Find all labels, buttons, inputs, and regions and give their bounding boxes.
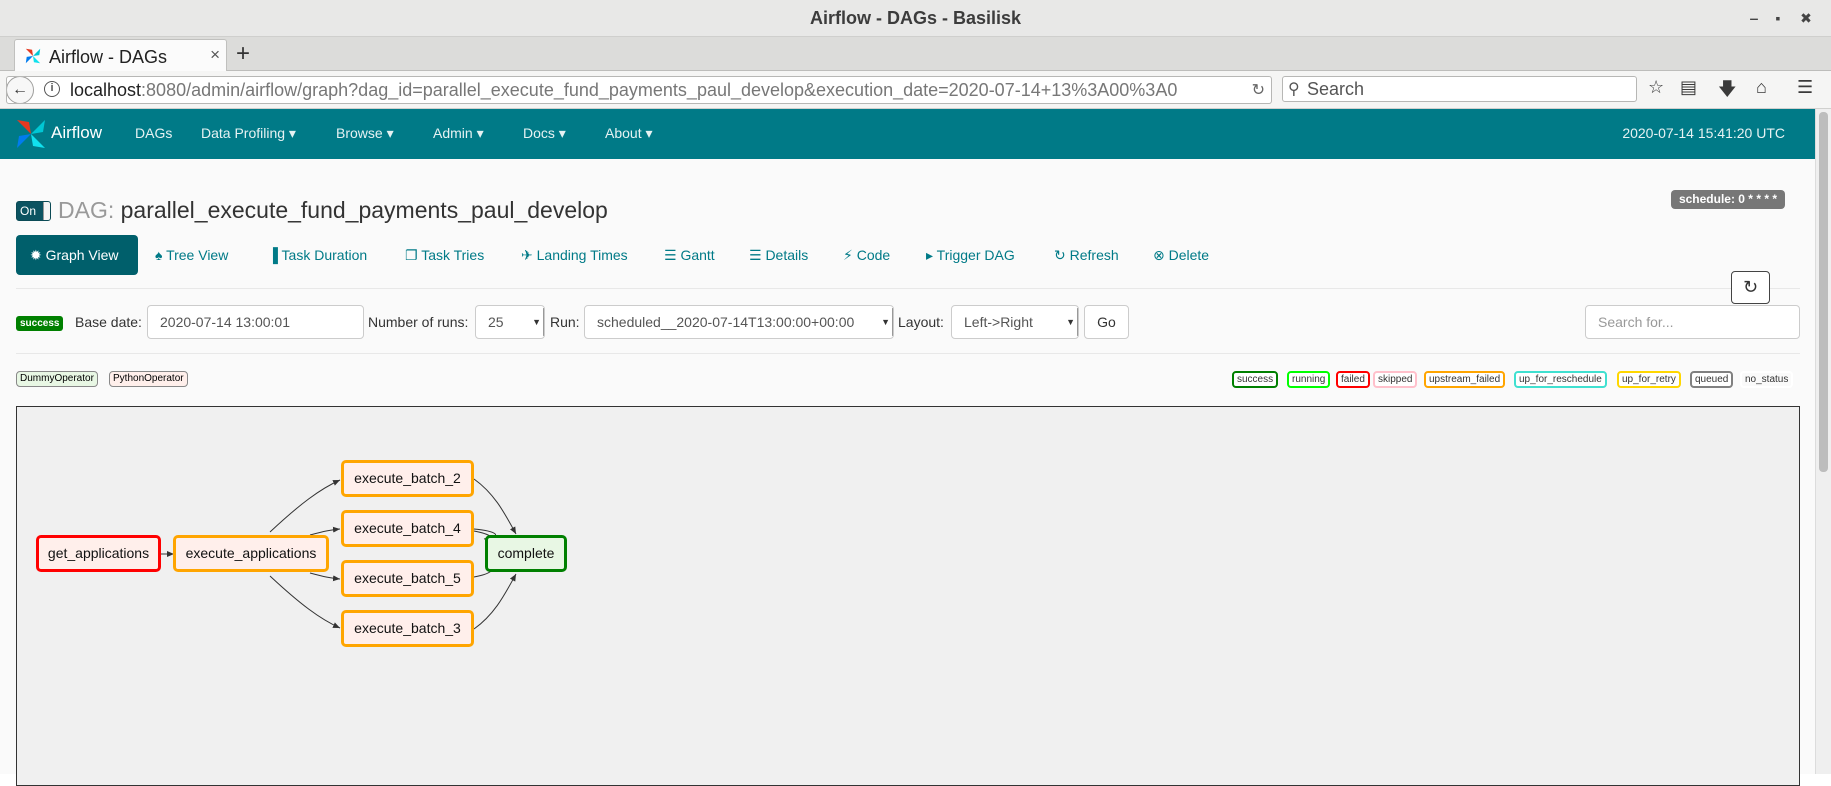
nav-data-profiling[interactable]: Data Profiling ▾: [201, 125, 296, 142]
task-node-execute-batch-2[interactable]: execute_batch_2: [341, 460, 474, 497]
task-node-execute-batch-5[interactable]: execute_batch_5: [341, 560, 474, 597]
task-node-execute-applications[interactable]: execute_applications: [173, 535, 329, 572]
airflow-favicon-icon: [25, 48, 41, 64]
tab-close-icon[interactable]: ×: [210, 45, 220, 65]
url-text: localhost:8080/admin/airflow/graph?dag_i…: [70, 80, 1177, 101]
window-titlebar: Airflow - DAGs - Basilisk ‒ ▪ ✖: [0, 0, 1831, 37]
nav-dags[interactable]: DAGs: [135, 125, 172, 141]
edge: [269, 479, 341, 533]
edge: [473, 478, 517, 535]
url-host: localhost: [70, 80, 142, 100]
nav-admin[interactable]: Admin ▾: [433, 125, 484, 142]
page-scrollbar[interactable]: [1815, 109, 1831, 774]
browser-navbar: ← i localhost:8080/admin/airflow/graph?d…: [0, 71, 1831, 109]
task-node-complete[interactable]: complete: [485, 535, 567, 572]
download-icon[interactable]: 🡇: [1718, 77, 1737, 107]
nav-docs[interactable]: Docs ▾: [523, 125, 566, 142]
url-bar[interactable]: ← i localhost:8080/admin/airflow/graph?d…: [6, 76, 1272, 104]
refresh-icon: ↻: [1742, 277, 1759, 297]
menu-hamburger-icon[interactable]: ☰: [1797, 77, 1813, 98]
home-icon[interactable]: ⌂: [1756, 77, 1767, 98]
reload-icon[interactable]: ↻: [1252, 80, 1265, 100]
nav-about[interactable]: About ▾: [605, 125, 653, 142]
minimize-icon[interactable]: ‒: [1744, 8, 1764, 28]
new-tab-button[interactable]: +: [236, 40, 250, 68]
maximize-icon[interactable]: ▪: [1768, 8, 1788, 28]
airflow-navbar: Airflow DAGs Data Profiling ▾ Browse ▾ A…: [0, 109, 1815, 159]
search-placeholder: Search: [1307, 79, 1365, 99]
close-window-icon[interactable]: ✖: [1796, 8, 1816, 28]
back-arrow-icon[interactable]: ←: [7, 77, 34, 103]
bookmark-star-icon[interactable]: ☆: [1648, 77, 1664, 98]
task-node-get-applications[interactable]: get_applications: [36, 535, 161, 572]
tab-title: Airflow - DAGs: [49, 47, 168, 67]
airflow-logo-icon[interactable]: [14, 117, 48, 151]
task-node-execute-batch-3[interactable]: execute_batch_3: [341, 610, 474, 647]
browser-tabbar: Airflow - DAGs × +: [0, 37, 1831, 72]
nav-browse[interactable]: Browse ▾: [336, 125, 394, 142]
browser-search-input[interactable]: ⚲ Search: [1282, 76, 1637, 102]
clipboard-icon[interactable]: ▤: [1680, 77, 1697, 98]
task-node-execute-batch-4[interactable]: execute_batch_4: [341, 510, 474, 547]
browser-tab[interactable]: Airflow - DAGs ×: [14, 39, 227, 72]
graph-refresh-button[interactable]: ↻: [1731, 271, 1770, 304]
edge: [473, 573, 517, 630]
main-content: On DAG: parallel_execute_fund_payments_p…: [0, 159, 1815, 786]
server-clock: 2020-07-14 15:41:20 UTC: [1622, 125, 1785, 141]
search-icon: ⚲: [1288, 81, 1300, 98]
window-title: Airflow - DAGs - Basilisk: [809, 8, 1022, 28]
edge: [269, 575, 341, 629]
airflow-brand[interactable]: Airflow: [51, 123, 102, 143]
info-icon[interactable]: i: [44, 81, 60, 97]
url-path: :8080/admin/airflow/graph?dag_id=paralle…: [141, 80, 1178, 100]
scrollbar-thumb[interactable]: [1819, 112, 1828, 472]
edge: [309, 572, 341, 582]
graph-edges: [160, 478, 517, 630]
